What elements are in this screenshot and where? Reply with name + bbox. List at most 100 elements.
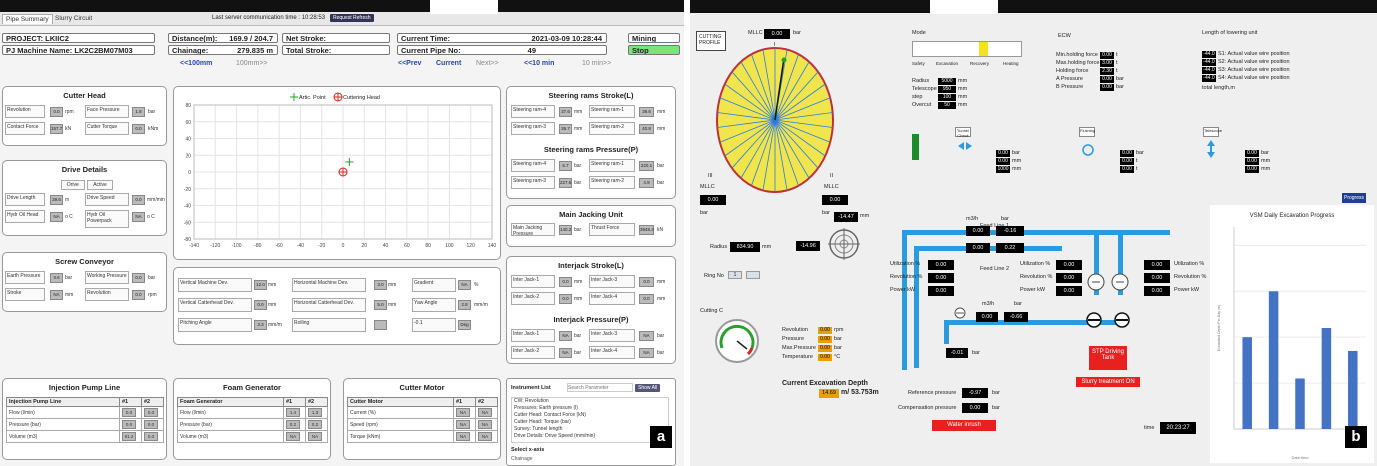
table-cell: NA	[475, 406, 498, 419]
nav-prev[interactable]: <<Prev	[398, 60, 421, 67]
green-level-bar	[912, 134, 919, 160]
param-unit: mm	[574, 126, 583, 132]
telescope-icon[interactable]: Telescope	[1203, 127, 1222, 137]
cutter-torque-unit: kNm	[148, 126, 159, 132]
steer-stroke-title: Steering rams Stroke(L)	[548, 91, 634, 100]
small-unit: t	[1136, 158, 1138, 164]
cutting-wheel	[716, 47, 834, 193]
screw-revolution-label: Revolution	[85, 288, 129, 301]
instrument-listbox[interactable]: CW: Revolution Pressures: Earth pressure …	[511, 397, 669, 443]
deviation-plot-card: -140 -120 -100 -80 -60 -40 -20 0 20 40 60 80 100 120 1…	[173, 86, 501, 260]
show-all-button[interactable]: Show All	[635, 384, 661, 392]
working-pressure-value: 0.0	[132, 273, 145, 283]
header-bar-b	[690, 0, 1377, 13]
instrument-list-title: Instrument List	[511, 385, 551, 391]
water-inrush-button[interactable]: Water inrush	[932, 420, 996, 431]
param-unit: mm	[574, 296, 583, 302]
injection-title: Injection Pump Line	[48, 383, 121, 392]
instrument-item[interactable]: Drive Details: Drive Speed (mm/min)	[512, 433, 668, 440]
mllc-label: MLLC	[748, 30, 763, 36]
face-pressure-label: Face Pressure	[85, 105, 129, 118]
pressure-gauge-icon	[715, 319, 759, 363]
instrument-item[interactable]: Survey: Tunnel length	[512, 426, 668, 433]
select-x-axis-label: Select x-axis	[511, 447, 545, 453]
param-unit: kN	[657, 227, 664, 233]
table-value: 0.0	[144, 432, 158, 441]
legend-artic-point: Artic. Point	[299, 95, 326, 101]
small-unit: bar	[1136, 150, 1144, 156]
steering-card: Steering rams Stroke(L) Steering ram-4 37…	[506, 86, 676, 199]
bottom-line-bar: bar	[1014, 301, 1022, 307]
value-001: -0.01	[946, 348, 968, 358]
nav-fwd-10min[interactable]: 10 min>>	[582, 60, 611, 67]
instrument-item[interactable]: Cutter Head: Torque (bar)	[512, 419, 668, 426]
active-header: Active	[87, 180, 113, 190]
x-axis-select[interactable]: Chainage	[511, 456, 532, 462]
earth-pressure-unit: bar	[65, 275, 73, 281]
mllc2-value: 0.00	[822, 195, 848, 205]
feed-line-2-label: Feed Line 2	[980, 266, 1010, 272]
param-value: NA	[559, 348, 572, 358]
mode-stop: Stop	[628, 45, 680, 55]
table-value: 0.0	[122, 420, 136, 429]
table-cell: Flow (l/min)	[6, 406, 120, 419]
param-label: Inter Jack-4	[589, 292, 635, 305]
table-value: 1.4	[286, 408, 300, 417]
machine-box: PJ Machine Name: LK2C2BM07M03	[2, 45, 155, 55]
table-value: 0.2	[286, 420, 300, 429]
nav-back-10min[interactable]: <<10 min	[524, 60, 554, 67]
cut-stat-unit: rpm	[834, 327, 844, 333]
mllc3-unit: bar	[700, 210, 708, 216]
tab-slurry-circuit[interactable]: Slurry Circuit	[52, 14, 95, 23]
cut-stat-value: 0.00	[818, 354, 832, 361]
instrument-item[interactable]: Cutter Head: Contact Force (kN)	[512, 412, 668, 419]
progress-bar	[1321, 328, 1332, 429]
lowering-total: total length,m	[1202, 85, 1236, 91]
main-jacking-title: Main Jacking Unit	[559, 210, 623, 219]
tab-pipe-summary[interactable]: Pipe Summary	[2, 14, 53, 24]
nav-fwd-100mm[interactable]: 100mm>>	[236, 60, 268, 67]
search-parameter-input[interactable]	[567, 383, 633, 392]
deviation-value: 5.0	[374, 300, 387, 310]
table-cell: 1.4	[283, 406, 306, 419]
table-cell: Pressure (bar)	[177, 418, 284, 431]
instrument-item[interactable]: Pressures: Earth pressure (l)	[512, 405, 668, 412]
nav-back-100mm[interactable]: <<100mm	[180, 60, 212, 67]
flushing-icon[interactable]: Flushing	[1079, 127, 1095, 137]
param-unit: bar	[1116, 76, 1124, 82]
compensation-pressure-value: 0.00	[962, 403, 988, 413]
main-jacking-card: Main Jacking Unit Main Jacking Pressure 1…	[506, 205, 676, 247]
y-tick-label: -20	[184, 187, 191, 193]
deviation-value: NA	[458, 280, 471, 290]
param-unit: bar	[574, 163, 582, 169]
stp-driving-tank[interactable]: STP Driving Tank	[1089, 346, 1127, 370]
mode-safety: Safety	[912, 61, 925, 66]
steer-pressure-title: Steering rams Pressure(P)	[543, 145, 639, 154]
param-label: Inter Jack-3	[589, 329, 635, 342]
y-tick-label: -40	[184, 204, 191, 210]
value-1447-unit: mm	[860, 213, 870, 219]
table-cell: Volume (m3)	[177, 430, 284, 443]
earth-pressure-label: Earth Pressure	[5, 271, 45, 284]
table-row: Flow (l/min) 0.0 0.0	[6, 406, 164, 419]
tunnel-check-icon[interactable]: Tunnel Check	[955, 127, 971, 138]
progress-bar	[1295, 378, 1305, 429]
screw-revolution-value: 0.0	[132, 290, 145, 300]
instrument-item[interactable]: CW: Revolution	[512, 398, 668, 405]
table-cell: 0.2	[305, 418, 328, 431]
x-tick-label: 80	[425, 243, 431, 249]
deviation-label: Pitching Angle	[178, 318, 252, 332]
nav-next[interactable]: Next>>	[476, 60, 499, 67]
contact-force-value: 157.7	[50, 124, 63, 134]
deviation-unit: mm	[268, 282, 277, 288]
request-refresh-button[interactable]: Request Refresh	[330, 14, 374, 22]
param-label: Steering ram-4	[511, 105, 555, 118]
ring-no-input[interactable]: 1	[728, 271, 742, 279]
ring-no-stepper[interactable]	[746, 271, 760, 279]
nav-current[interactable]: Current	[436, 60, 461, 67]
param-label: Steering ram-2	[589, 176, 635, 189]
slurry-treatment-on[interactable]: Slurry treatment ON	[1076, 377, 1140, 387]
table-cell: Flow (l/min)	[177, 406, 284, 419]
progress-button[interactable]: Progress	[1342, 193, 1366, 203]
param-unit: mm	[958, 94, 968, 100]
